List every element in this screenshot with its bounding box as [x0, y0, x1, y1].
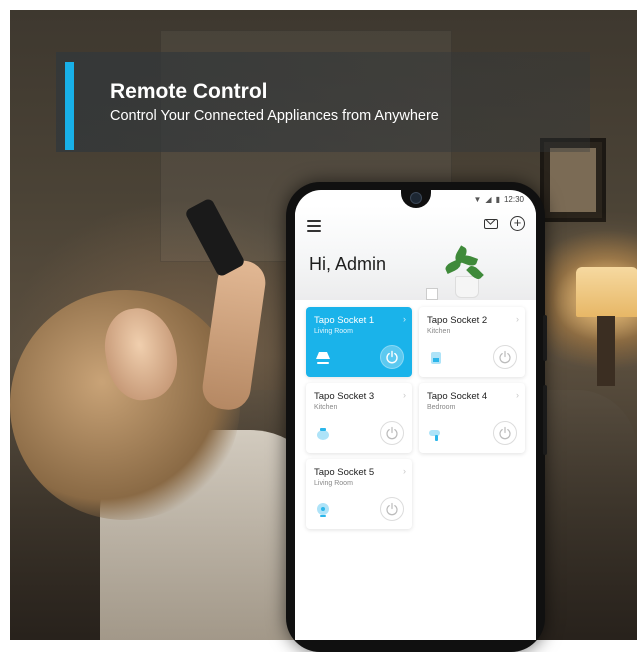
fan-icon [317, 503, 329, 517]
power-icon [499, 350, 511, 364]
mail-icon[interactable] [484, 219, 498, 229]
power-button[interactable] [493, 345, 517, 369]
greeting: Hi, Admin [309, 254, 387, 274]
plant-image [455, 276, 479, 298]
banner-title: Remote Control [110, 80, 268, 103]
power-button[interactable] [380, 497, 404, 521]
device-room: Kitchen [427, 328, 451, 335]
smart-plug-image [426, 288, 438, 300]
device-name: Tapo Socket 2 [427, 315, 488, 326]
device-name: Tapo Socket 3 [314, 391, 375, 402]
banner-accent-bar [65, 62, 74, 150]
power-side-button [543, 385, 547, 455]
battery-icon: ▮ [495, 195, 500, 204]
device-card[interactable]: Tapo Socket 2 Kitchen › [419, 307, 525, 377]
chevron-right-icon: › [516, 390, 519, 400]
power-button[interactable] [493, 421, 517, 445]
add-icon[interactable]: + [510, 216, 525, 231]
wifi-icon: ▼ [473, 195, 482, 204]
lamp-shade [576, 267, 637, 317]
device-card[interactable]: Tapo Socket 5 Living Room › [306, 459, 412, 529]
device-room: Living Room [314, 480, 353, 487]
device-name: Tapo Socket 1 [314, 315, 375, 326]
device-name: Tapo Socket 5 [314, 467, 375, 478]
front-camera [410, 192, 422, 204]
lamp-icon [316, 352, 330, 364]
device-card[interactable]: Tapo Socket 1 Living Room › [306, 307, 412, 377]
kettle-icon [317, 428, 329, 440]
power-icon [386, 350, 398, 364]
device-name: Tapo Socket 4 [427, 391, 488, 402]
lamp-base [597, 316, 615, 386]
coffee-maker-icon [431, 352, 441, 364]
power-button[interactable] [380, 421, 404, 445]
device-card[interactable]: Tapo Socket 4 Bedroom › [419, 383, 525, 453]
device-card[interactable]: Tapo Socket 3 Kitchen › [306, 383, 412, 453]
hair-dryer-icon [429, 430, 440, 441]
device-room: Living Room [314, 328, 353, 335]
device-room: Kitchen [314, 404, 338, 411]
volume-button [543, 315, 547, 361]
power-icon [499, 426, 511, 440]
status-time: 12:30 [503, 195, 524, 204]
power-icon [386, 502, 398, 516]
power-icon [386, 426, 398, 440]
banner-subtitle: Control Your Connected Appliances from A… [110, 108, 439, 124]
chevron-right-icon: › [403, 466, 406, 476]
power-button[interactable] [380, 345, 404, 369]
phone-screen: ▼ ◢ ▮ 12:30 + Hi, Admin Tapo Socket 1 Li… [295, 190, 536, 640]
device-room: Bedroom [427, 404, 456, 411]
menu-icon[interactable] [307, 220, 321, 232]
hero-area [295, 206, 536, 300]
chevron-right-icon: › [403, 314, 406, 324]
chevron-right-icon: › [403, 390, 406, 400]
chevron-right-icon: › [516, 314, 519, 324]
status-bar: ▼ ◢ ▮ 12:30 [473, 195, 524, 204]
signal-icon: ◢ [485, 195, 492, 204]
